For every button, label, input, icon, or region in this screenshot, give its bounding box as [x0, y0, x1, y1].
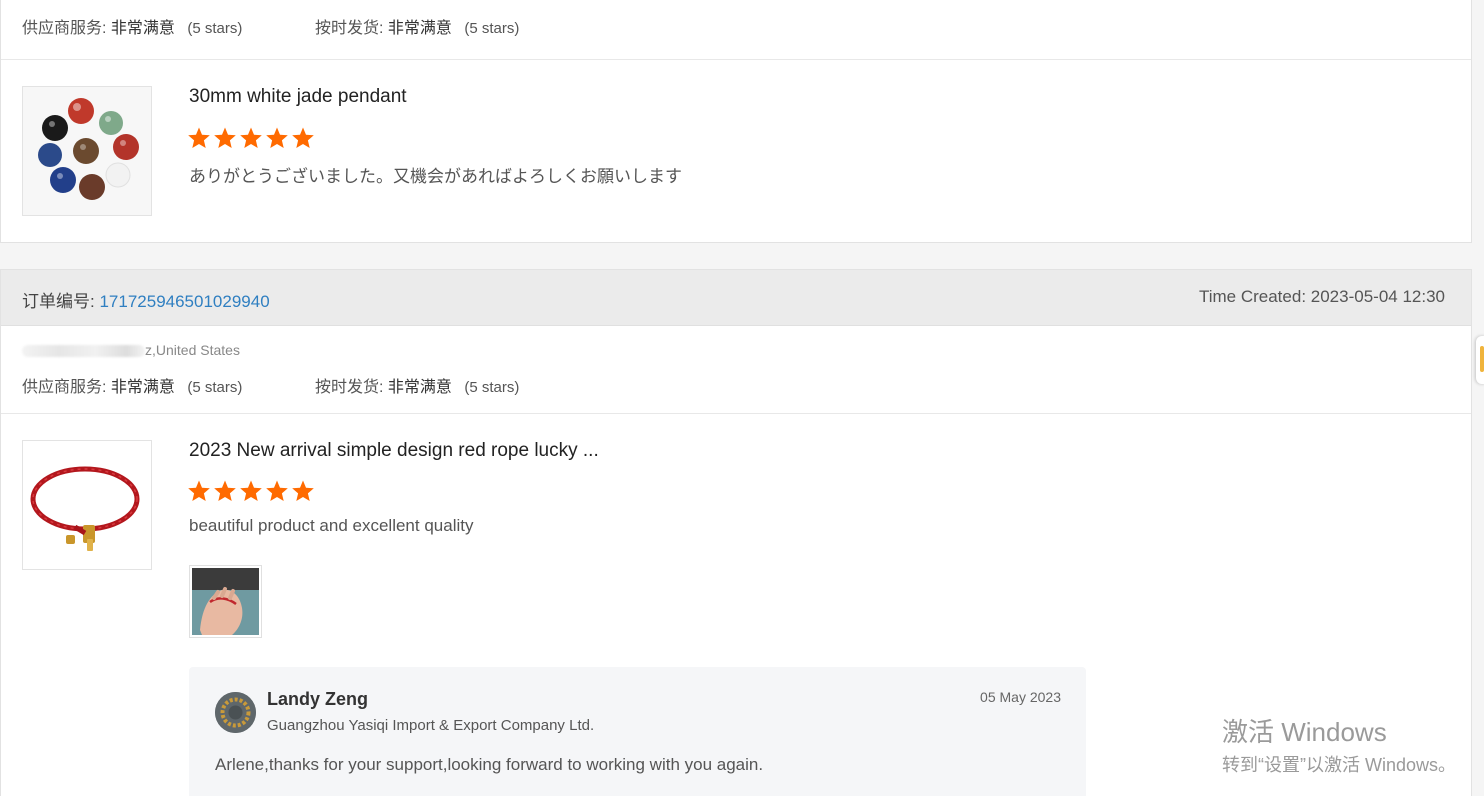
rating-summary: 供应商服务: 非常满意 (5 stars) 按时发货: 非常满意 (5 star…	[22, 14, 519, 38]
star-rating	[187, 479, 315, 503]
buyer-photo-image	[192, 568, 259, 635]
buyer-info: z,United States	[22, 342, 240, 358]
star-rating	[187, 126, 315, 150]
shipping-value: 非常满意	[387, 20, 452, 37]
supplier-service-rating: 供应商服务: 非常满意 (5 stars)	[22, 14, 242, 38]
reply-company-name: Guangzhou Yasiqi Import & Export Company…	[267, 717, 595, 734]
supplier-service-value: 非常满意	[110, 20, 175, 37]
reply-date: 05 May 2023	[980, 689, 1061, 705]
star-icon	[292, 480, 314, 501]
star-icon	[266, 480, 288, 501]
product-title[interactable]: 30mm white jade pendant	[189, 86, 407, 108]
watermark-subtitle: 转到“设置”以激活 Windows。	[1222, 755, 1457, 775]
order-number: 订单编号: 171725946501029940	[22, 287, 270, 312]
avatar-image	[215, 692, 256, 733]
review-comment: ありがとうございました。又機会があればよろしくお願いします	[189, 167, 682, 186]
watermark-title: 激活 Windows	[1222, 717, 1387, 747]
shipping-stars: (5 stars)	[464, 379, 520, 396]
shipping-value: 非常满意	[387, 379, 452, 396]
side-panel-tab[interactable]	[1476, 336, 1484, 384]
product-thumbnail[interactable]	[22, 86, 152, 216]
star-icon	[266, 127, 288, 148]
red-rope-bracelet-image	[23, 441, 151, 569]
shipping-label: 按时发货:	[315, 20, 384, 37]
on-time-shipping-rating: 按时发货: 非常满意 (5 stars)	[315, 373, 519, 397]
order-header: 订单编号: 171725946501029940 Time Created: 2…	[1, 270, 1471, 326]
gemstone-cabochons-image	[23, 87, 151, 215]
order-number-label: 订单编号:	[22, 292, 95, 311]
windows-activation-watermark: 激活 Windows 转到“设置”以激活 Windows。	[1222, 717, 1456, 777]
star-icon	[214, 480, 236, 501]
on-time-shipping-rating: 按时发货: 非常满意 (5 stars)	[315, 14, 519, 38]
buyer-location: z,United States	[145, 342, 240, 358]
supplier-service-label: 供应商服务:	[22, 20, 107, 37]
product-title[interactable]: 2023 New arrival simple design red rope …	[189, 440, 599, 462]
reviews-page: 供应商服务: 非常满意 (5 stars) 按时发货: 非常满意 (5 star…	[0, 0, 1484, 796]
shipping-label: 按时发货:	[315, 379, 384, 396]
supplier-reply: Landy Zeng Guangzhou Yasiqi Import & Exp…	[189, 667, 1086, 796]
time-created: Time Created: 2023-05-04 12:30	[1198, 287, 1445, 306]
rating-summary: 供应商服务: 非常满意 (5 stars) 按时发货: 非常满意 (5 star…	[22, 373, 519, 397]
review-card: 供应商服务: 非常满意 (5 stars) 按时发货: 非常满意 (5 star…	[0, 0, 1472, 243]
product-thumbnail[interactable]	[22, 440, 152, 570]
review-photo[interactable]	[189, 565, 262, 638]
supplier-service-rating: 供应商服务: 非常满意 (5 stars)	[22, 373, 242, 397]
redacted-buyer-name	[22, 345, 145, 358]
star-icon	[214, 127, 236, 148]
review-comment: beautiful product and excellent quality	[189, 516, 474, 535]
supplier-service-stars: (5 stars)	[187, 20, 243, 37]
star-icon	[240, 127, 262, 148]
reply-author-name: Landy Zeng	[267, 689, 369, 709]
order-number-link[interactable]: 171725946501029940	[99, 292, 269, 311]
reply-text: Arlene,thanks for your support,looking f…	[215, 755, 764, 774]
star-icon	[240, 480, 262, 501]
star-icon	[188, 480, 210, 501]
shipping-stars: (5 stars)	[464, 20, 520, 37]
divider	[1, 59, 1471, 60]
star-icon	[292, 127, 314, 148]
supplier-service-value: 非常满意	[110, 379, 175, 396]
star-icon	[188, 127, 210, 148]
avatar	[215, 692, 256, 733]
supplier-service-stars: (5 stars)	[187, 379, 243, 396]
supplier-service-label: 供应商服务:	[22, 379, 107, 396]
divider	[1, 413, 1471, 414]
